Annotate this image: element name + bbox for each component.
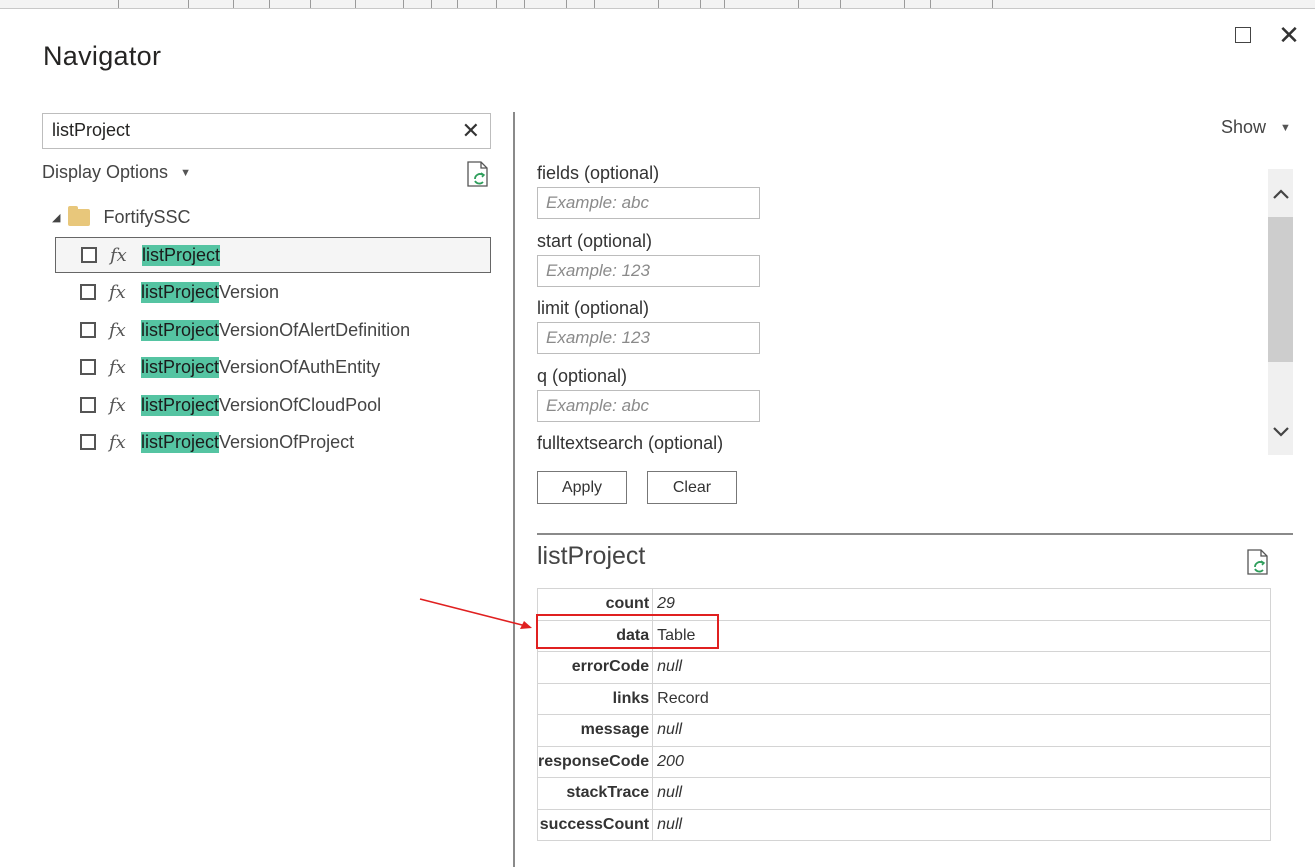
search-box[interactable]: ✕ bbox=[42, 113, 491, 149]
search-input[interactable] bbox=[43, 114, 443, 146]
annotation-arrow-icon bbox=[419, 598, 532, 629]
refresh-icon[interactable] bbox=[1246, 549, 1270, 575]
record-key: successCount bbox=[536, 808, 654, 841]
tree-item-listprojectversionofauthentity[interactable]: fx listProject VersionOfAuthEntity bbox=[55, 349, 491, 385]
apply-button[interactable]: Apply bbox=[537, 471, 627, 504]
record-value: null bbox=[652, 651, 1271, 684]
param-label-limit: limit (optional) bbox=[537, 298, 650, 318]
record-value-link[interactable]: Table bbox=[652, 619, 1271, 652]
preview-title: listProject bbox=[537, 542, 646, 570]
fields-input[interactable] bbox=[537, 187, 760, 219]
record-value: null bbox=[652, 808, 1271, 841]
item-checkbox[interactable] bbox=[80, 284, 96, 300]
record-value: null bbox=[652, 714, 1271, 747]
pane-splitter[interactable] bbox=[513, 112, 515, 867]
function-icon: fx bbox=[109, 356, 126, 378]
record-key: errorCode bbox=[536, 651, 654, 684]
record-key: stackTrace bbox=[536, 777, 654, 810]
annotation-highlight-box bbox=[536, 614, 719, 649]
display-options-dropdown[interactable]: Display Options ▼ bbox=[42, 162, 191, 183]
record-value: 29 bbox=[652, 588, 1271, 621]
item-checkbox[interactable] bbox=[81, 247, 97, 263]
tree-item-listprojectversionofcloudpool[interactable]: fx listProject VersionOfCloudPool bbox=[55, 387, 491, 423]
item-checkbox[interactable] bbox=[80, 322, 96, 338]
param-label-q: q (optional) bbox=[537, 366, 628, 386]
maximize-icon bbox=[1235, 27, 1251, 43]
start-input[interactable] bbox=[537, 255, 760, 287]
refresh-icon[interactable] bbox=[466, 161, 490, 187]
item-label-rest: VersionOfProject bbox=[219, 431, 355, 452]
tree-item-listprojectversionofalertdefinition[interactable]: fx listProject VersionOfAlertDefinition bbox=[55, 312, 491, 348]
item-checkbox[interactable] bbox=[80, 434, 96, 450]
scroll-thumb[interactable] bbox=[1268, 217, 1293, 362]
function-icon: fx bbox=[109, 394, 126, 416]
chevron-up-icon[interactable] bbox=[1268, 179, 1293, 209]
table-row: successCount null bbox=[536, 808, 1271, 841]
tree-item-listproject[interactable]: fx listProject bbox=[55, 237, 491, 273]
folder-icon bbox=[68, 206, 91, 226]
caret-down-icon: ▼ bbox=[180, 166, 191, 179]
start-field[interactable] bbox=[538, 256, 759, 286]
search-match-highlight: listProject bbox=[141, 356, 220, 378]
search-match-highlight: listProject bbox=[141, 394, 220, 416]
search-match-highlight: listProject bbox=[141, 281, 220, 303]
item-label-rest: VersionOfAlertDefinition bbox=[219, 319, 411, 340]
param-label-fulltextsearch: fulltextsearch (optional) bbox=[537, 433, 724, 453]
dialog-title: Navigator bbox=[43, 41, 162, 71]
close-button[interactable]: ✕ bbox=[1269, 17, 1309, 53]
q-field[interactable] bbox=[538, 391, 759, 421]
clear-search-icon[interactable]: ✕ bbox=[462, 119, 480, 143]
search-match-highlight: listProject bbox=[141, 319, 220, 341]
param-label-start: start (optional) bbox=[537, 231, 653, 251]
record-value: 200 bbox=[652, 745, 1271, 778]
table-row: message null bbox=[536, 714, 1271, 747]
q-input[interactable] bbox=[537, 390, 760, 422]
param-label-fields: fields (optional) bbox=[537, 163, 660, 183]
record-value: null bbox=[652, 777, 1271, 810]
expand-triangle-icon[interactable]: ◢ bbox=[52, 211, 60, 224]
caret-down-icon: ▼ bbox=[1280, 121, 1291, 134]
item-label-rest: Version bbox=[219, 281, 280, 302]
record-value-link[interactable]: Record bbox=[652, 682, 1271, 715]
function-icon: fx bbox=[109, 319, 126, 341]
display-options-label: Display Options bbox=[42, 162, 169, 182]
chevron-down-icon[interactable] bbox=[1268, 417, 1293, 447]
close-icon: ✕ bbox=[1278, 19, 1300, 50]
item-checkbox[interactable] bbox=[80, 359, 96, 375]
item-label-rest: VersionOfAuthEntity bbox=[219, 356, 381, 377]
search-match-highlight: listProject bbox=[141, 431, 220, 453]
tree-root-label: FortifySSC bbox=[103, 207, 191, 227]
function-icon: fx bbox=[110, 244, 127, 266]
parameters-scrollbar[interactable] bbox=[1268, 169, 1293, 455]
show-label: Show bbox=[1221, 117, 1267, 137]
show-dropdown[interactable]: Show ▼ bbox=[1221, 117, 1291, 138]
navigator-dialog: ✕ Navigator ✕ Display Options ▼ ◢ Fortif… bbox=[0, 9, 1315, 867]
search-match-highlight: listProject bbox=[142, 244, 221, 266]
tree-item-listprojectversion[interactable]: fx listProject Version bbox=[55, 274, 491, 310]
tree-root-fortifyssc[interactable]: ◢ FortifySSC bbox=[52, 206, 191, 228]
section-divider bbox=[537, 533, 1293, 535]
item-label-rest: VersionOfCloudPool bbox=[219, 394, 382, 415]
tree-item-listprojectversionofproject[interactable]: fx listProject VersionOfProject bbox=[55, 424, 491, 460]
item-checkbox[interactable] bbox=[80, 397, 96, 413]
function-icon: fx bbox=[109, 431, 126, 453]
record-key: links bbox=[536, 682, 654, 715]
table-row: responseCode 200 bbox=[536, 745, 1271, 778]
record-key: responseCode bbox=[536, 745, 654, 778]
limit-field[interactable] bbox=[538, 323, 759, 353]
table-row: stackTrace null bbox=[536, 777, 1271, 810]
limit-input[interactable] bbox=[537, 322, 760, 354]
clear-button[interactable]: Clear bbox=[647, 471, 737, 504]
maximize-button[interactable] bbox=[1223, 17, 1263, 53]
fields-field[interactable] bbox=[538, 188, 759, 218]
record-key: message bbox=[536, 714, 654, 747]
table-row: errorCode null bbox=[536, 651, 1271, 684]
background-ribbon-strip bbox=[0, 0, 1315, 9]
function-icon: fx bbox=[109, 281, 126, 303]
table-row: links Record bbox=[536, 682, 1271, 715]
